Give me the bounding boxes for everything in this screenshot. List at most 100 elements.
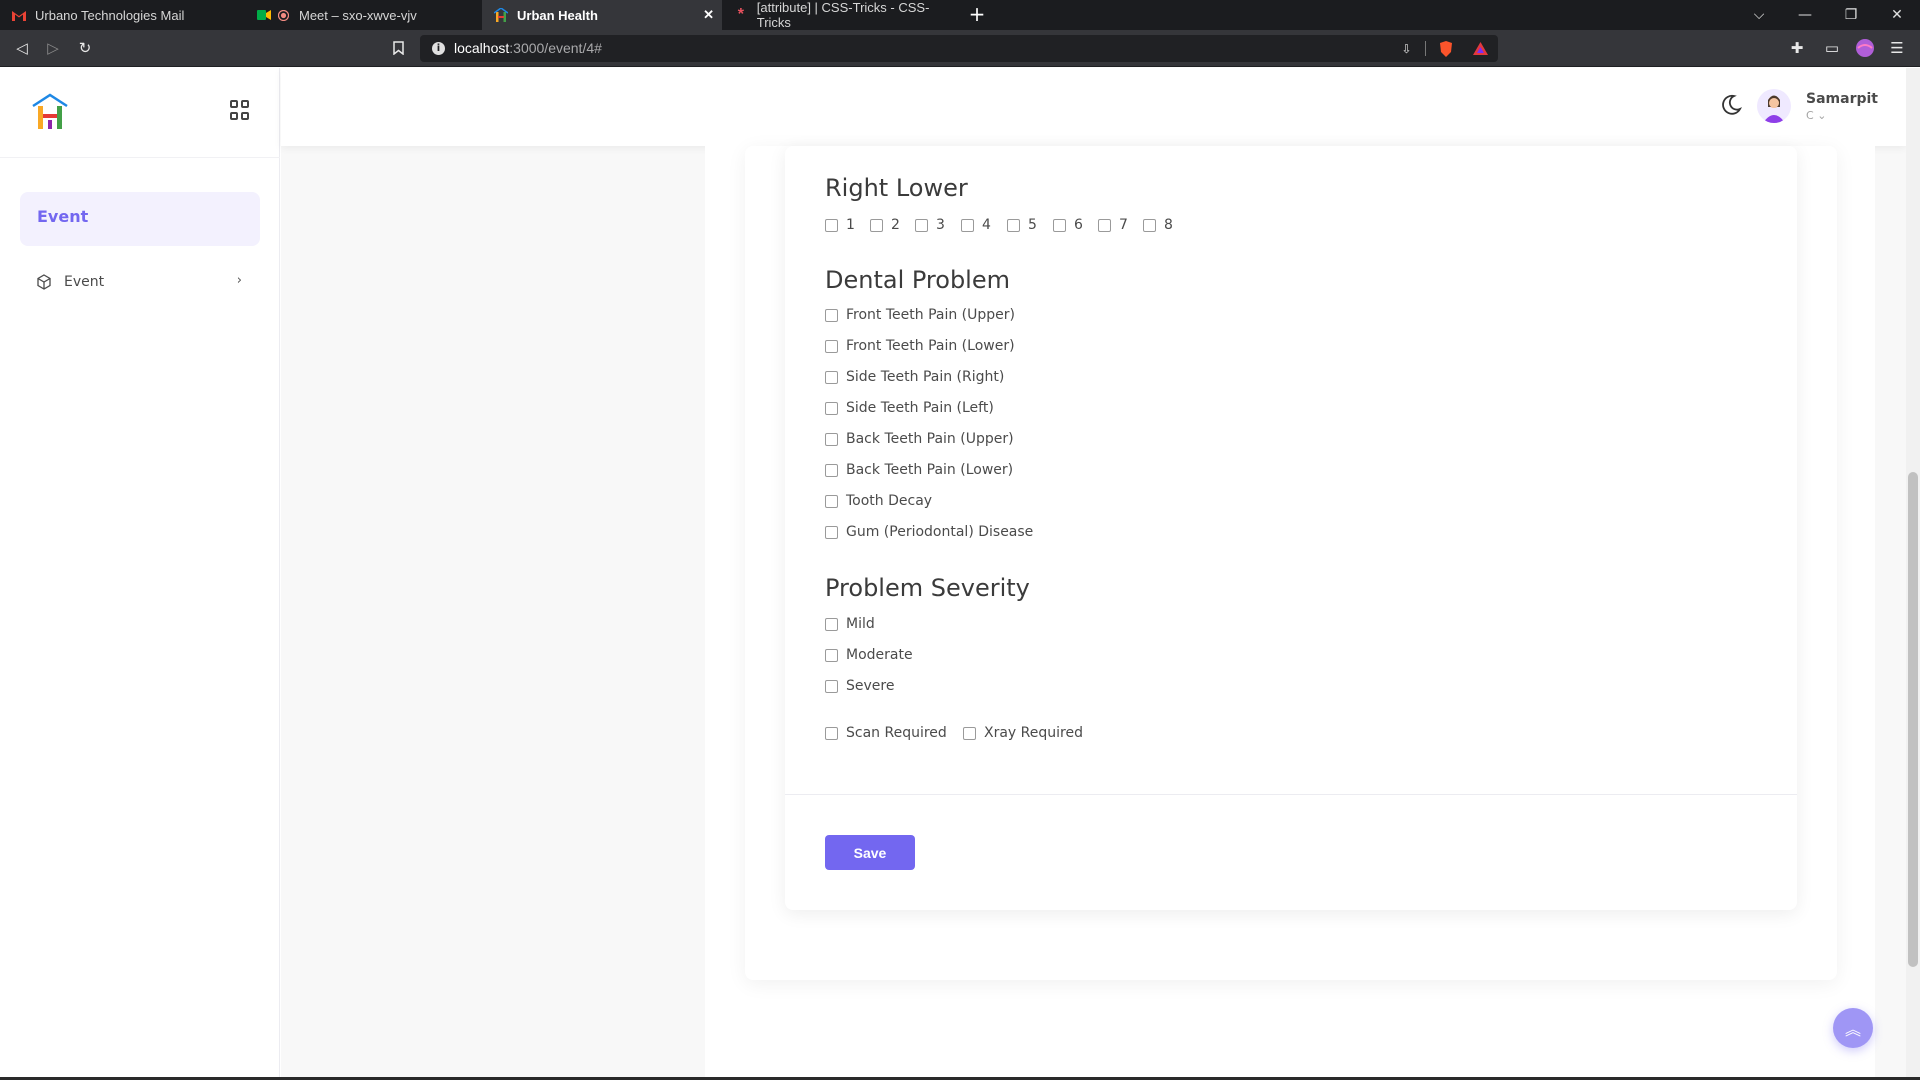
tooth-checkbox-6[interactable]: 6 (1053, 217, 1083, 233)
tooth-checkbox-4[interactable]: 4 (961, 217, 991, 233)
user-role[interactable]: C ⌄ (1806, 109, 1826, 122)
severity-checkbox-severe[interactable]: Severe (825, 678, 894, 694)
new-tab-button[interactable]: + (966, 4, 988, 26)
tab-css-tricks[interactable]: * [attribute] | CSS-Tricks - CSS-Tricks (722, 0, 960, 30)
sidebar-header (0, 68, 280, 158)
tooth-checkbox-8[interactable]: 8 (1143, 217, 1173, 233)
sidebar-item-label: Event (64, 274, 105, 290)
gmail-icon (12, 8, 26, 22)
checkbox[interactable] (915, 218, 928, 232)
tab-title: Urban Health (517, 7, 598, 23)
checkbox[interactable] (1007, 218, 1020, 232)
tooth-checkbox-1[interactable]: 1 (825, 217, 855, 233)
severity-checkbox-moderate[interactable]: Moderate (825, 647, 913, 663)
forward-icon[interactable]: ▷ (43, 38, 63, 58)
checkbox[interactable] (825, 463, 838, 477)
problem-checkbox-back-upper[interactable]: Back Teeth Pain (Upper) (825, 431, 1014, 447)
checkbox[interactable] (825, 726, 838, 740)
checkbox[interactable] (825, 339, 838, 353)
xray-required-checkbox[interactable]: Xray Required (963, 725, 1083, 741)
severity-checkbox-mild[interactable]: Mild (825, 616, 875, 632)
urban-health-logo[interactable] (30, 92, 70, 132)
user-name[interactable]: Samarpit (1806, 91, 1878, 107)
section-title-dental-problem: Dental Problem (825, 266, 1010, 294)
checkbox[interactable] (825, 617, 838, 631)
brave-shield-icon[interactable] (1437, 40, 1454, 57)
chevron-right-icon: › (236, 273, 242, 288)
top-header (281, 68, 1906, 146)
close-tab-icon[interactable]: ✕ (703, 7, 714, 23)
form-divider (785, 794, 1797, 795)
double-chevron-up-icon: ︽ (1844, 1020, 1861, 1039)
problem-checkbox-side-right[interactable]: Side Teeth Pain (Right) (825, 369, 1004, 385)
chevron-down-icon: ⌄ (1817, 109, 1827, 122)
checkbox[interactable] (870, 218, 883, 232)
back-icon[interactable]: ◁ (12, 38, 32, 58)
checkbox[interactable] (1143, 218, 1156, 232)
restore-icon[interactable]: ❐ (1828, 0, 1874, 30)
site-info-icon[interactable]: i (432, 42, 445, 55)
save-button[interactable]: Save (825, 835, 915, 870)
tooth-checkbox-5[interactable]: 5 (1007, 217, 1037, 233)
checkbox[interactable] (825, 370, 838, 384)
minimize-icon[interactable]: — (1782, 0, 1828, 30)
problem-checkbox-front-upper[interactable]: Front Teeth Pain (Upper) (825, 307, 1015, 323)
sidebar-item-event-active[interactable]: Event (20, 192, 260, 246)
tab-search-icon[interactable]: ⌵ (1736, 0, 1782, 30)
urban-health-icon (494, 8, 508, 22)
section-title-problem-severity: Problem Severity (825, 574, 1030, 602)
install-app-icon[interactable]: ⇩ (1398, 40, 1415, 57)
checkbox[interactable] (825, 494, 838, 508)
checkbox[interactable] (825, 525, 838, 539)
scrollbar-thumb[interactable] (1908, 472, 1918, 967)
wallet-icon[interactable]: ▭ (1822, 38, 1842, 58)
checkbox[interactable] (825, 401, 838, 415)
tab-title: [attribute] | CSS-Tricks - CSS-Tricks (756, 0, 930, 30)
checkbox[interactable] (963, 726, 976, 740)
meet-icon (257, 8, 271, 22)
sidebar: Event Event › (0, 68, 280, 1080)
reload-icon[interactable]: ↻ (75, 38, 95, 58)
checkbox[interactable] (825, 432, 838, 446)
css-tricks-icon: * (737, 6, 744, 23)
url-text[interactable]: localhost:3000/event/4# (454, 40, 602, 56)
dark-mode-moon-icon[interactable] (1720, 94, 1742, 116)
recording-icon (276, 8, 290, 22)
address-bar[interactable]: i localhost:3000/event/4# ⇩ (420, 35, 1498, 62)
problem-checkbox-front-lower[interactable]: Front Teeth Pain (Lower) (825, 338, 1015, 354)
tab-meet[interactable]: Meet – sxo-xwve-vjv (245, 0, 482, 30)
scroll-to-top-button[interactable]: ︽ (1833, 1008, 1873, 1048)
checkbox[interactable] (825, 648, 838, 662)
checkbox[interactable] (825, 308, 838, 322)
menu-icon[interactable]: ☰ (1887, 38, 1907, 58)
extensions-icon[interactable]: ✚ (1787, 38, 1807, 58)
problem-checkbox-gum-disease[interactable]: Gum (Periodontal) Disease (825, 524, 1033, 540)
profile-icon[interactable] (1855, 38, 1875, 58)
cube-icon (37, 274, 51, 290)
brave-rewards-icon[interactable] (1472, 40, 1489, 57)
checkbox[interactable] (1053, 218, 1066, 232)
grid-menu-icon[interactable] (230, 100, 250, 120)
tooth-checkbox-3[interactable]: 3 (915, 217, 945, 233)
checkbox[interactable] (1098, 218, 1111, 232)
tab-title: Meet – sxo-xwve-vjv (299, 7, 417, 23)
section-title-right-lower: Right Lower (825, 174, 968, 202)
avatar[interactable] (1757, 89, 1791, 123)
tooth-checkbox-2[interactable]: 2 (870, 217, 900, 233)
tooth-checkbox-7[interactable]: 7 (1098, 217, 1128, 233)
checkbox[interactable] (825, 218, 838, 232)
browser-toolbar: ◁ ▷ ↻ i localhost:3000/event/4# ⇩ ✚ ▭ ☰ (0, 30, 1920, 67)
browser-tab-bar: Urbano Technologies Mail Meet – sxo-xwve… (0, 0, 1920, 30)
problem-checkbox-side-left[interactable]: Side Teeth Pain (Left) (825, 400, 994, 416)
tab-title: Urbano Technologies Mail (35, 7, 185, 23)
tab-urban-health[interactable]: Urban Health ✕ (482, 0, 722, 30)
scan-required-checkbox[interactable]: Scan Required (825, 725, 947, 741)
bookmark-icon[interactable] (388, 38, 408, 58)
tab-gmail[interactable]: Urbano Technologies Mail (0, 0, 245, 30)
problem-checkbox-tooth-decay[interactable]: Tooth Decay (825, 493, 932, 509)
problem-checkbox-back-lower[interactable]: Back Teeth Pain (Lower) (825, 462, 1013, 478)
sidebar-item-event[interactable]: Event › (20, 260, 260, 304)
close-window-icon[interactable]: ✕ (1874, 0, 1920, 30)
checkbox[interactable] (961, 218, 974, 232)
checkbox[interactable] (825, 679, 838, 693)
